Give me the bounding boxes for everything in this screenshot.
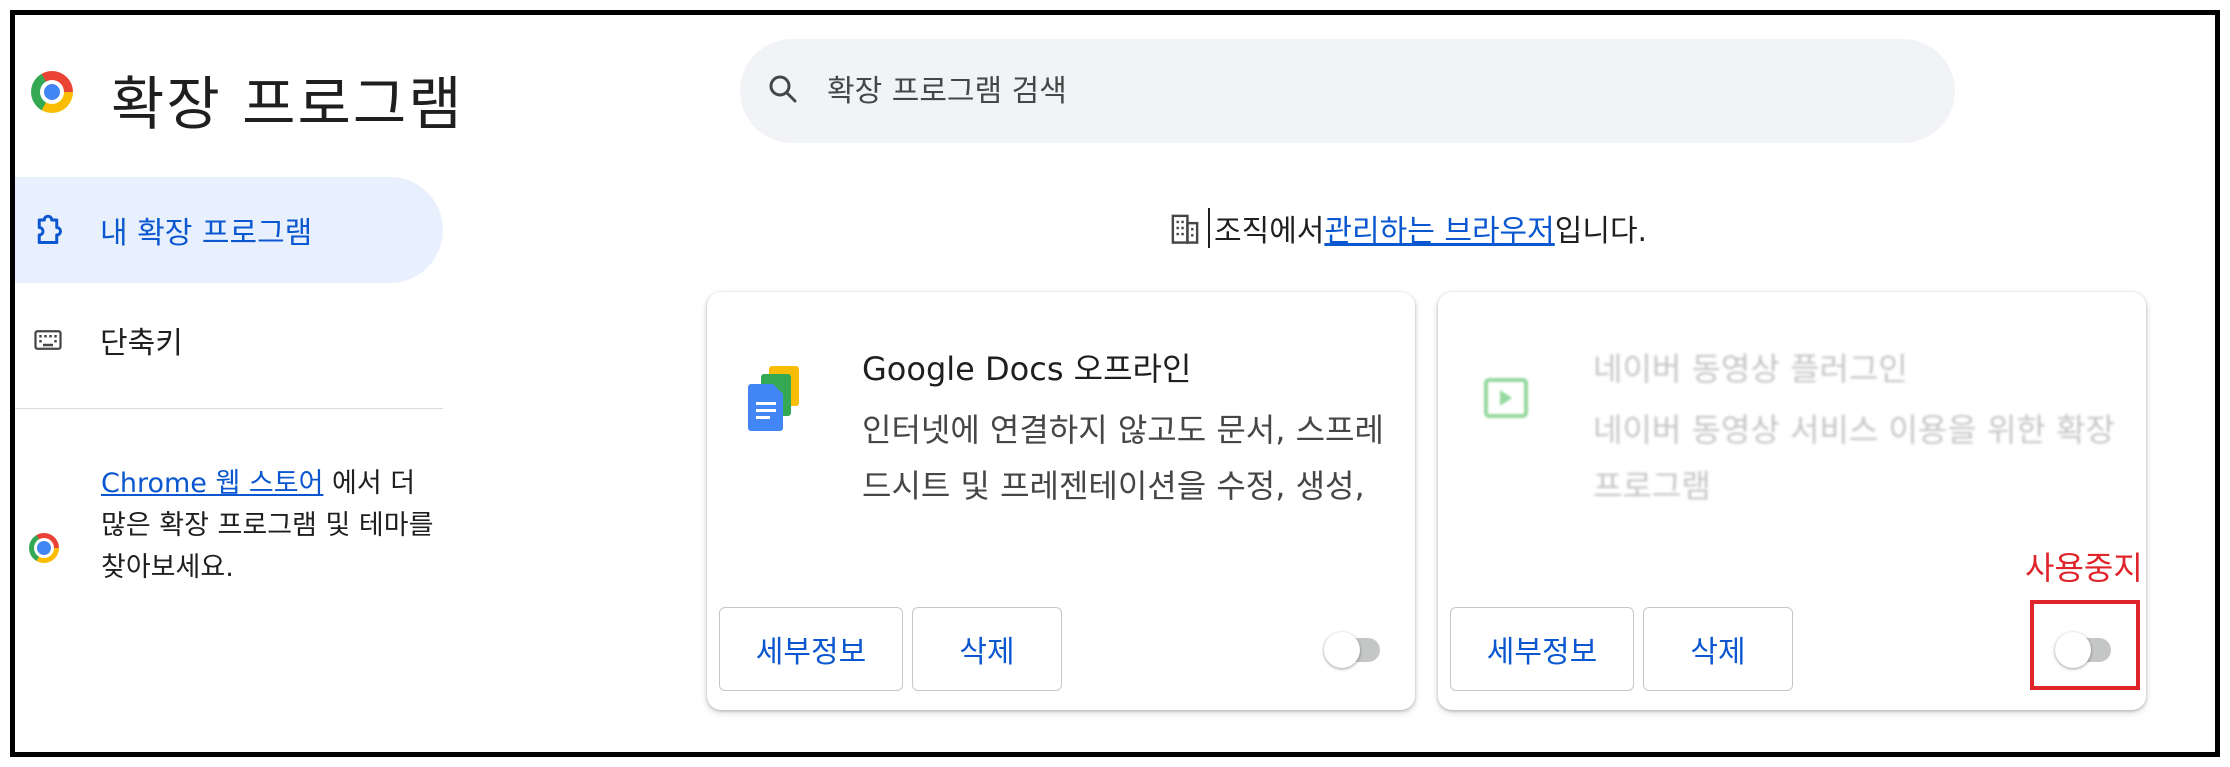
search-input[interactable] bbox=[825, 39, 1905, 143]
extension-description: 인터넷에 연결하지 않고도 문서, 스프레드시트 및 프레젠테이션을 수정, 생… bbox=[862, 411, 1384, 505]
sidebar-item-label: 내 확장 프로그램 bbox=[100, 216, 313, 251]
search-icon bbox=[769, 75, 797, 103]
sidebar-item-label: 단축키 bbox=[100, 326, 183, 361]
sidebar-item-my-extensions[interactable]: 내 확장 프로그램 bbox=[15, 177, 443, 283]
extension-icon bbox=[37, 214, 62, 244]
remove-button[interactable]: 삭제 bbox=[912, 607, 1062, 691]
chrome-web-store-icon bbox=[29, 533, 59, 563]
extension-name: 네이버 동영상 플러그인 bbox=[1593, 350, 1908, 388]
remove-button[interactable]: 삭제 bbox=[1643, 607, 1793, 691]
managed-browser-link[interactable]: 관리하는 브라우저 bbox=[1324, 206, 1554, 250]
extension-name: Google Docs 오프라인 bbox=[862, 350, 1192, 388]
chrome-logo-icon bbox=[31, 71, 73, 113]
keyboard-icon bbox=[34, 330, 62, 350]
annotation-label: 사용중지 bbox=[2025, 549, 2143, 587]
search-bar[interactable] bbox=[740, 39, 1955, 143]
managed-notice-suffix: 입니다. bbox=[1554, 214, 1648, 249]
managed-notice-prefix: 조직에서 bbox=[1214, 214, 1325, 249]
web-store-promo: Chrome 웹 스토어 에서 더 많은 확장 프로그램 및 테마를 찾아보세요… bbox=[101, 463, 441, 589]
annotation-highlight-box bbox=[2030, 600, 2140, 690]
page-title: 확장 프로그램 bbox=[111, 70, 464, 138]
naver-video-plugin-icon bbox=[1484, 378, 1528, 418]
web-store-link[interactable]: Chrome 웹 스토어 bbox=[101, 468, 323, 499]
extension-card-google-docs-offline: Google Docs 오프라인 인터넷에 연결하지 않고도 문서, 스프레드시… bbox=[707, 292, 1415, 710]
extension-description: 네이버 동영상 서비스 이용을 위한 확장 프로그램 bbox=[1593, 411, 2115, 505]
sidebar-item-shortcuts[interactable]: 단축키 bbox=[15, 287, 443, 393]
text-cursor bbox=[1208, 208, 1210, 248]
details-button[interactable]: 세부정보 bbox=[719, 607, 903, 691]
details-button[interactable]: 세부정보 bbox=[1450, 607, 1634, 691]
sidebar-divider bbox=[15, 408, 443, 409]
extension-enable-toggle[interactable] bbox=[1324, 632, 1382, 668]
managed-browser-notice: 조직에서 관리하는 브라우저 입니다. bbox=[1170, 205, 1647, 251]
extensions-page: 확장 프로그램 내 확장 프로그램 단축키 Chrome 웹 스토어 에서 더 … bbox=[10, 10, 2220, 757]
building-icon bbox=[1171, 214, 1199, 244]
toggle-thumb bbox=[1324, 632, 1360, 668]
google-docs-icon bbox=[748, 366, 799, 431]
